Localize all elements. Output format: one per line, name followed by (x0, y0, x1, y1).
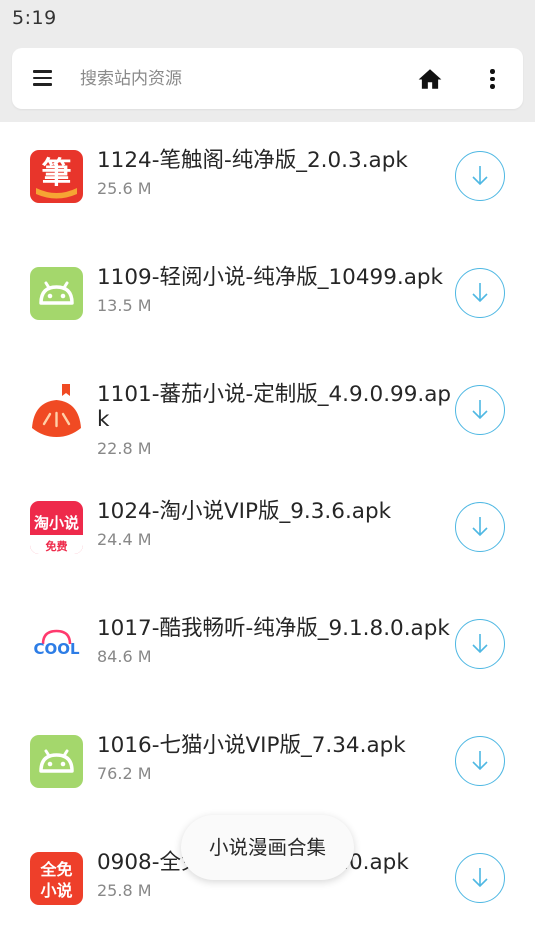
file-size: 22.8 M (97, 439, 152, 458)
download-arrow-icon (472, 166, 488, 186)
svg-text:筆: 筆 (42, 156, 72, 191)
list-item[interactable]: 1016-七猫小说VIP版_7.34.apk 76.2 M (0, 707, 535, 824)
home-icon[interactable] (417, 66, 443, 92)
download-arrow-icon (472, 400, 488, 420)
file-name: 1016-七猫小说VIP版_7.34.apk (97, 733, 406, 758)
svg-text:免费: 免费 (46, 539, 68, 553)
hamburger-menu-icon[interactable] (30, 68, 56, 90)
download-button[interactable] (455, 151, 505, 201)
status-time: 5:19 (12, 7, 57, 29)
list-item[interactable]: 筆 1124-笔触阁-纯净版_2.0.3.apk 25.6 M (0, 122, 535, 239)
novel-comic-collection-button[interactable]: 小说漫画合集 (181, 815, 354, 880)
download-arrow-icon (472, 751, 488, 771)
search-bar (12, 48, 523, 109)
download-button[interactable] (455, 736, 505, 786)
file-name: 1124-笔触阁-纯净版_2.0.3.apk (97, 148, 408, 173)
download-button[interactable] (455, 502, 505, 552)
file-size: 84.6 M (97, 647, 152, 666)
taoxiaoshuo-app-icon: 淘小说 免费 (30, 501, 83, 554)
svg-text:小说: 小说 (40, 881, 72, 900)
download-arrow-icon (472, 634, 488, 654)
list-item[interactable]: 1101-蕃茄小说-定制版_4.9.0.99.apk 22.8 M (0, 356, 535, 473)
kuwo-app-icon: COOL (30, 618, 83, 671)
svg-text:淘小说: 淘小说 (33, 514, 79, 532)
android-default-icon (30, 267, 83, 320)
bichuge-app-icon: 筆 (30, 150, 83, 203)
download-arrow-icon (472, 517, 488, 537)
download-button[interactable] (455, 385, 505, 435)
search-input[interactable] (80, 62, 400, 96)
more-vertical-icon[interactable] (480, 66, 504, 92)
svg-text:全免: 全免 (39, 860, 72, 879)
quanmian-app-icon: 全免 小说 (30, 852, 83, 905)
download-button[interactable] (455, 853, 505, 903)
list-item[interactable]: 1109-轻阅小说-纯净版_10499.apk 13.5 M (0, 239, 535, 356)
android-default-icon (30, 735, 83, 788)
download-button[interactable] (455, 619, 505, 669)
download-arrow-icon (472, 868, 488, 888)
list-item[interactable]: 淘小说 免费 1024-淘小说VIP版_9.3.6.apk 24.4 M (0, 473, 535, 590)
list-item[interactable]: COOL 1017-酷我畅听-纯净版_9.1.8.0.apk 84.6 M (0, 590, 535, 707)
file-name: 1109-轻阅小说-纯净版_10499.apk (97, 265, 443, 290)
fanqie-app-icon (30, 384, 83, 437)
top-bar: 5:19 (0, 0, 535, 122)
svg-text:COOL: COOL (33, 640, 80, 658)
file-size: 13.5 M (97, 296, 152, 315)
file-size: 76.2 M (97, 764, 152, 783)
file-name: 1101-蕃茄小说-定制版_4.9.0.99.apk (97, 382, 452, 432)
download-arrow-icon (472, 283, 488, 303)
file-size: 25.8 M (97, 881, 152, 900)
file-size: 24.4 M (97, 530, 152, 549)
download-button[interactable] (455, 268, 505, 318)
file-name: 1017-酷我畅听-纯净版_9.1.8.0.apk (97, 616, 450, 641)
file-name: 1024-淘小说VIP版_9.3.6.apk (97, 499, 392, 524)
file-size: 25.6 M (97, 179, 152, 198)
